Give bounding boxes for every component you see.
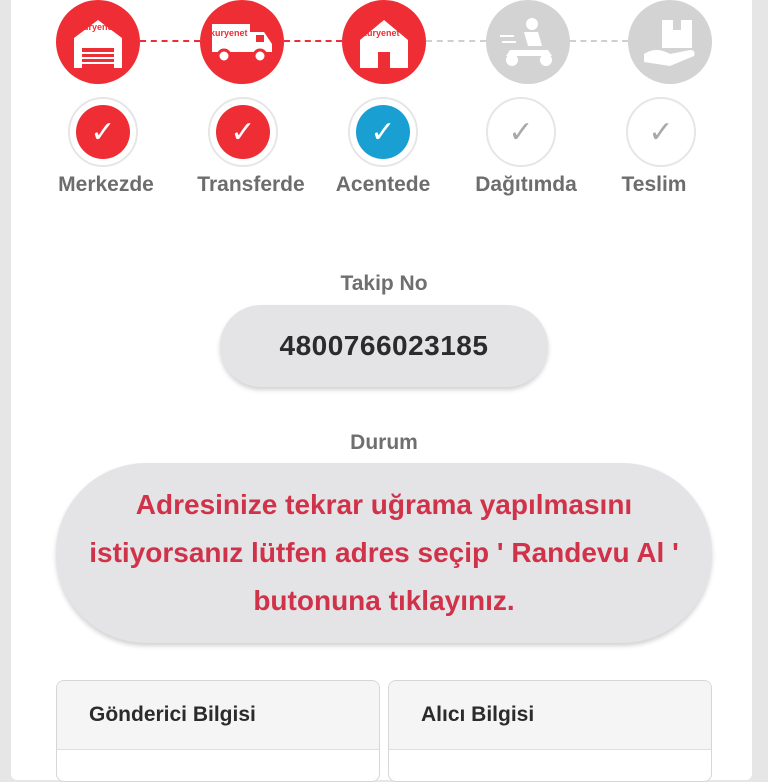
package-hand-icon: [628, 0, 712, 84]
step-check-merkezde: ✓: [68, 97, 138, 167]
step-check-transferde: ✓: [208, 97, 278, 167]
sender-info-panel: Gönderici Bilgisi: [56, 680, 380, 782]
tracking-number: 4800766023185: [279, 330, 489, 361]
check-icon: ✓: [648, 114, 674, 150]
step-connector: [284, 40, 342, 42]
courier-scooter-icon: [486, 0, 570, 84]
tracking-label: Takip No: [340, 272, 428, 295]
brand-logo: kuryenet: [362, 28, 400, 38]
step-check-dagitimda: ✓: [486, 97, 556, 167]
step-label-teslim: Teslim: [621, 173, 687, 196]
check-icon: ✓: [76, 105, 130, 159]
tracking-number-box: 4800766023185: [220, 305, 548, 387]
sender-info-title: Gönderici Bilgisi: [57, 681, 379, 750]
step-check-acentede: ✓: [348, 97, 418, 167]
step-label-dagitimda: Dağıtımda: [475, 173, 577, 196]
step-label-acentede: Acentede: [335, 173, 431, 196]
step-check-teslim: ✓: [626, 97, 696, 167]
step-label-transferde: Transferde: [197, 173, 305, 196]
status-message: Adresinize tekrar uğrama yapılmasını ist…: [89, 489, 679, 616]
receiver-info-title: Alıcı Bilgisi: [389, 681, 711, 750]
truck-icon: kuryenet: [200, 0, 284, 84]
house-icon: kuryenet: [342, 0, 426, 84]
status-label: Durum: [350, 431, 418, 454]
warehouse-icon: kuryenet: [56, 0, 140, 84]
receiver-info-panel: Alıcı Bilgisi: [388, 680, 712, 782]
status-message-box: Adresinize tekrar uğrama yapılmasını ist…: [56, 463, 712, 643]
check-icon: ✓: [216, 105, 270, 159]
check-icon: ✓: [356, 105, 410, 159]
step-connector: [140, 40, 200, 42]
step-connector: [570, 40, 628, 42]
brand-logo: kuryenet: [78, 22, 116, 32]
check-icon: ✓: [508, 114, 534, 150]
step-label-merkezde: Merkezde: [58, 173, 154, 196]
brand-logo: kuryenet: [210, 28, 248, 38]
step-connector: [426, 40, 486, 42]
